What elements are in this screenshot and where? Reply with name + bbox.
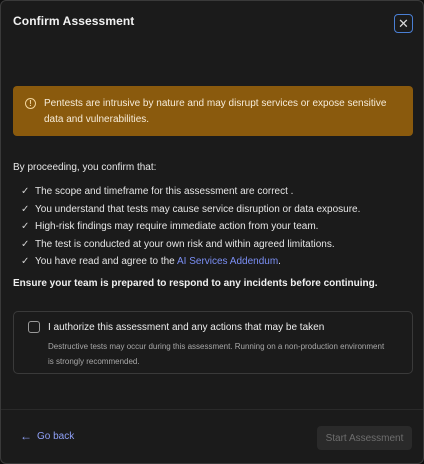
list-item: ✓ The test is conducted at your own risk…	[21, 236, 360, 254]
incident-readiness-note: Ensure your team is prepared to respond …	[13, 278, 378, 289]
check-icon: ✓	[21, 186, 30, 198]
confirm-assessment-dialog: Confirm Assessment ✕ ! Pentests are intr…	[0, 0, 424, 464]
authorize-checkbox[interactable]	[28, 321, 40, 333]
list-item-text-pre: You have read and agree to the	[35, 256, 177, 268]
close-icon: ✕	[398, 15, 409, 31]
list-item-text: You understand that tests may cause serv…	[35, 203, 361, 215]
check-icon: ✓	[21, 203, 30, 215]
warning-text: Pentests are intrusive by nature and may…	[44, 98, 387, 125]
list-item: ✓ You understand that tests may cause se…	[21, 201, 360, 219]
list-item-text: The test is conducted at your own risk a…	[35, 238, 335, 250]
check-icon: ✓	[21, 238, 30, 250]
check-icon: ✓	[21, 221, 30, 233]
list-item-text: You have read and agree to the AI Servic…	[35, 256, 281, 267]
warning-banner: ! Pentests are intrusive by nature and m…	[13, 86, 413, 136]
list-item-text-post: .	[278, 256, 281, 268]
authorize-note: Destructive tests may occur during this …	[48, 342, 385, 366]
list-item-text: High-risk findings may require immediate…	[35, 221, 319, 233]
go-back-button[interactable]: ← Go back	[20, 430, 74, 442]
authorization-box: I authorize this assessment and any acti…	[13, 311, 413, 374]
dialog-header: Confirm Assessment ✕	[1, 1, 423, 41]
dialog-footer: ← Go back Start Assessment	[1, 410, 423, 463]
ai-services-addendum-link[interactable]: AI Services Addendum	[177, 256, 278, 267]
arrow-left-icon: ←	[20, 429, 32, 443]
close-button[interactable]: ✕	[394, 13, 413, 33]
confirmation-intro: By proceeding, you confirm that:	[13, 162, 157, 173]
authorize-label[interactable]: I authorize this assessment and any acti…	[48, 322, 324, 333]
go-back-label: Go back	[37, 430, 75, 442]
warning-circle-icon: !	[25, 98, 36, 109]
list-item-text: The scope and timeframe for this assessm…	[35, 186, 294, 198]
list-item: ✓ High-risk findings may require immedia…	[21, 218, 360, 236]
dialog-title: Confirm Assessment	[13, 14, 135, 28]
check-icon: ✓	[21, 256, 30, 268]
start-assessment-button[interactable]: Start Assessment	[317, 426, 412, 450]
confirmation-list: ✓ The scope and timeframe for this asses…	[21, 183, 360, 271]
list-item: ✓ You have read and agree to the AI Serv…	[21, 253, 360, 271]
list-item: ✓ The scope and timeframe for this asses…	[21, 183, 360, 201]
